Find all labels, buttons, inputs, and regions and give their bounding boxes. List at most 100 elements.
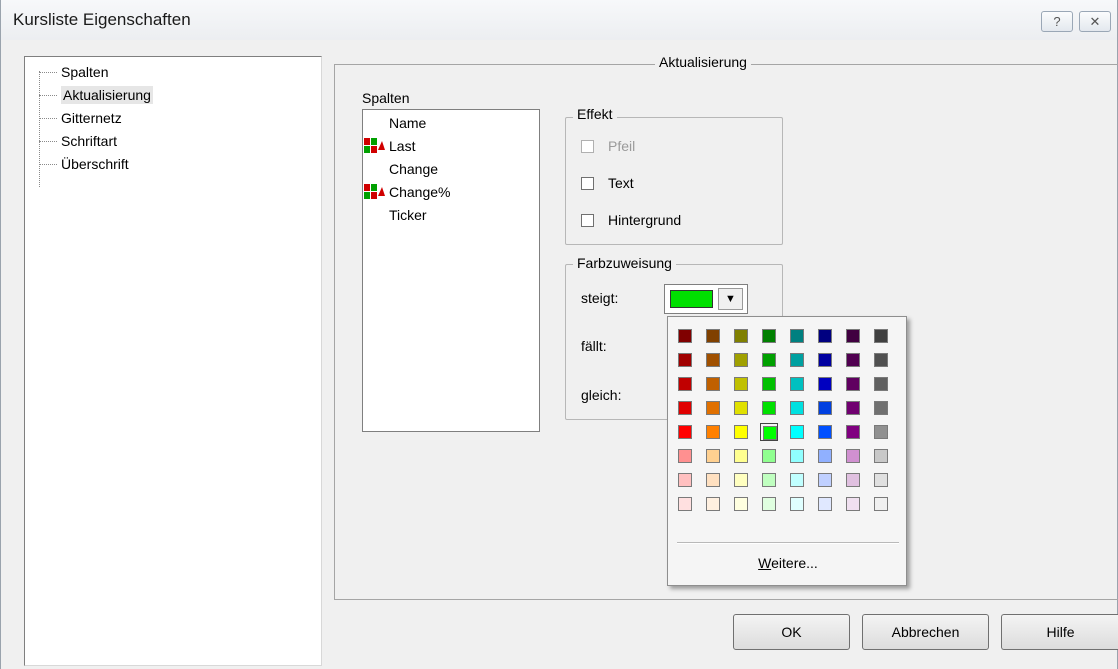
- help-button[interactable]: Hilfe: [1001, 614, 1118, 650]
- column-list-item[interactable]: Name: [389, 112, 426, 134]
- color-swatch-cell[interactable]: [676, 399, 694, 417]
- more-colors-link[interactable]: Weitere...: [668, 555, 908, 571]
- color-swatch-cell[interactable]: [844, 351, 862, 369]
- color-swatch-cell[interactable]: [704, 375, 722, 393]
- color-swatch: [874, 497, 888, 511]
- column-list-item[interactable]: Change%: [389, 181, 451, 203]
- more-colors-mnemonic: W: [758, 555, 772, 571]
- color-swatch-cell[interactable]: [816, 399, 834, 417]
- color-swatch-cell[interactable]: [788, 399, 806, 417]
- color-swatch-cell[interactable]: [732, 447, 750, 465]
- color-swatch-cell[interactable]: [760, 447, 778, 465]
- tree-item-3[interactable]: Schriftart: [39, 130, 117, 152]
- color-swatch-cell[interactable]: [872, 471, 890, 489]
- color-swatch-cell[interactable]: [844, 495, 862, 513]
- color-swatch-cell[interactable]: [872, 447, 890, 465]
- color-swatch-cell[interactable]: [732, 351, 750, 369]
- color-swatch-cell[interactable]: [760, 471, 778, 489]
- color-swatch-cell[interactable]: [816, 447, 834, 465]
- gleich-label: gleich:: [581, 387, 622, 403]
- color-swatch-cell[interactable]: [844, 423, 862, 441]
- color-swatch-cell[interactable]: [704, 327, 722, 345]
- color-swatch-cell[interactable]: [676, 471, 694, 489]
- column-list-item[interactable]: Last: [389, 135, 415, 157]
- color-swatch-cell[interactable]: [844, 375, 862, 393]
- color-swatch-cell[interactable]: [676, 495, 694, 513]
- color-swatch-cell[interactable]: [816, 423, 834, 441]
- color-swatch-cell[interactable]: [788, 495, 806, 513]
- column-list-item[interactable]: Change: [389, 158, 438, 180]
- color-swatch-cell[interactable]: [760, 423, 778, 441]
- color-swatch: [762, 377, 776, 391]
- color-swatch-cell[interactable]: [872, 327, 890, 345]
- close-button[interactable]: ✕: [1079, 11, 1111, 32]
- color-swatch: [706, 425, 720, 439]
- color-swatch-cell[interactable]: [760, 327, 778, 345]
- color-swatch-cell[interactable]: [760, 375, 778, 393]
- color-swatch-cell[interactable]: [704, 423, 722, 441]
- color-swatch: [706, 353, 720, 367]
- color-swatch-cell[interactable]: [872, 399, 890, 417]
- tree-item-1[interactable]: Aktualisierung: [39, 84, 153, 106]
- color-swatch-cell[interactable]: [732, 471, 750, 489]
- color-swatch-cell[interactable]: [844, 327, 862, 345]
- column-list-item[interactable]: Ticker: [389, 204, 427, 226]
- color-swatch-cell[interactable]: [732, 375, 750, 393]
- color-swatch-cell[interactable]: [788, 447, 806, 465]
- color-swatch-cell[interactable]: [816, 351, 834, 369]
- cancel-button[interactable]: Abbrechen: [862, 614, 989, 650]
- effekt-checkbox-2[interactable]: [581, 214, 594, 227]
- color-swatch: [678, 353, 692, 367]
- tree-item-2[interactable]: Gitternetz: [39, 107, 122, 129]
- color-swatch-cell[interactable]: [816, 375, 834, 393]
- chevron-down-icon[interactable]: ▼: [718, 288, 743, 310]
- color-swatch-cell[interactable]: [844, 447, 862, 465]
- color-swatch-cell[interactable]: [732, 327, 750, 345]
- color-swatch-cell[interactable]: [676, 423, 694, 441]
- color-swatch-cell[interactable]: [732, 423, 750, 441]
- color-swatch-cell[interactable]: [704, 351, 722, 369]
- tree-item-label: Gitternetz: [61, 110, 122, 126]
- steigt-color-picker[interactable]: ▼: [664, 284, 748, 314]
- color-swatch-cell[interactable]: [816, 471, 834, 489]
- effekt-checkbox-1[interactable]: [581, 177, 594, 190]
- color-swatch-cell[interactable]: [844, 471, 862, 489]
- color-swatch-cell[interactable]: [816, 495, 834, 513]
- color-swatch-cell[interactable]: [788, 471, 806, 489]
- ok-button[interactable]: OK: [733, 614, 850, 650]
- color-swatch: [678, 377, 692, 391]
- color-swatch-cell[interactable]: [676, 327, 694, 345]
- tree-item-label: Spalten: [61, 64, 109, 80]
- color-swatch-cell[interactable]: [704, 447, 722, 465]
- color-swatch-cell[interactable]: [872, 351, 890, 369]
- color-swatch-cell[interactable]: [816, 327, 834, 345]
- category-tree[interactable]: Spalten Aktualisierung Gitternetz Schriftar…: [24, 56, 322, 666]
- color-swatch-cell[interactable]: [732, 495, 750, 513]
- tree-item-label: Überschrift: [61, 156, 129, 172]
- color-swatch: [846, 353, 860, 367]
- color-swatch-cell[interactable]: [676, 375, 694, 393]
- tree-item-4[interactable]: Überschrift: [39, 153, 129, 175]
- color-swatch-cell[interactable]: [872, 423, 890, 441]
- color-swatch-cell[interactable]: [760, 399, 778, 417]
- help-title-button[interactable]: ?: [1041, 11, 1073, 32]
- color-swatch-cell[interactable]: [676, 447, 694, 465]
- color-swatch-cell[interactable]: [872, 375, 890, 393]
- faellt-label: fällt:: [581, 338, 607, 354]
- color-swatch-cell[interactable]: [704, 471, 722, 489]
- color-swatch-cell[interactable]: [732, 399, 750, 417]
- color-swatch-cell[interactable]: [844, 399, 862, 417]
- columns-listbox[interactable]: Name Last Change Change% Ticker: [362, 109, 540, 432]
- color-swatch-cell[interactable]: [872, 495, 890, 513]
- color-swatch: [762, 401, 776, 415]
- color-swatch-cell[interactable]: [704, 495, 722, 513]
- color-swatch-cell[interactable]: [788, 375, 806, 393]
- tree-item-0[interactable]: Spalten: [39, 61, 108, 83]
- color-swatch-cell[interactable]: [788, 351, 806, 369]
- color-swatch-cell[interactable]: [760, 495, 778, 513]
- color-swatch-cell[interactable]: [788, 423, 806, 441]
- color-swatch-cell[interactable]: [676, 351, 694, 369]
- color-swatch-cell[interactable]: [760, 351, 778, 369]
- color-swatch-cell[interactable]: [788, 327, 806, 345]
- color-swatch-cell[interactable]: [704, 399, 722, 417]
